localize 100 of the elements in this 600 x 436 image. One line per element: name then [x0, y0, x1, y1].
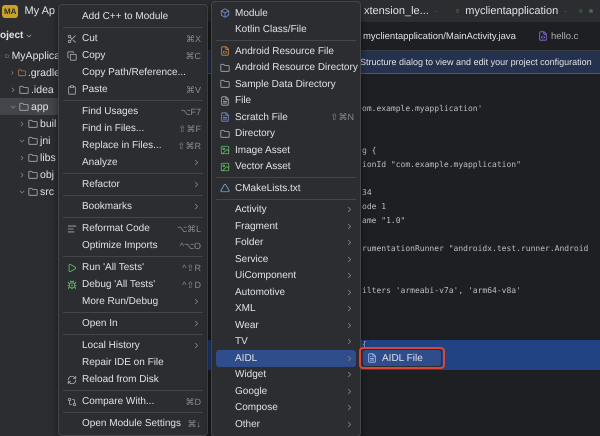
menu-item[interactable]: Vector Asset	[216, 158, 356, 175]
menu-item[interactable]: Google	[216, 383, 356, 400]
menu-item[interactable]: CMakeLists.txt	[216, 180, 356, 196]
menu-item[interactable]: Refactor	[63, 176, 203, 193]
menu-item[interactable]: Wear	[216, 317, 356, 334]
shortcut: ⌥F7	[180, 106, 201, 116]
menu-item[interactable]: Compose	[216, 400, 356, 416]
shortcut: ⌥⌘L	[176, 224, 201, 234]
code-line: ilters 'armeabi-v7a', 'arm64-v8a'	[362, 286, 521, 296]
tree-item[interactable]: app	[0, 98, 60, 115]
triangle-icon	[220, 183, 230, 194]
menu-item[interactable]: Sample Data Directory	[216, 76, 356, 92]
menu-item[interactable]: Module	[216, 5, 356, 22]
menu-item[interactable]: Compare With... ⌘D	[63, 393, 203, 410]
menu-item[interactable]: Repair IDE on File	[63, 354, 203, 371]
menu-item[interactable]: Fragment	[216, 218, 356, 234]
code-line: rumentationRunner "androidx.test.runner.Android	[362, 244, 588, 254]
folder-icon	[28, 152, 38, 162]
menu-item[interactable]: Open Module Settings ⌘↓	[63, 415, 203, 432]
menu-item[interactable]: Replace in Files... ⇧⌘R	[63, 137, 203, 154]
menu-item[interactable]: Copy ⌘C	[63, 47, 203, 64]
shortcut: ⌘D	[186, 396, 201, 406]
menu-item[interactable]: Open In	[63, 315, 203, 332]
menu-item[interactable]: Android Resource Directory	[216, 60, 356, 76]
tree-item[interactable]: jni	[0, 132, 60, 149]
menu-item[interactable]: Other	[216, 416, 356, 432]
menu-item[interactable]: File	[216, 92, 356, 109]
menu-item[interactable]: Reformat Code ⌥⌘L	[63, 220, 203, 237]
menu-item[interactable]: Cut ⌘X	[63, 30, 203, 47]
folder-icon	[19, 84, 29, 94]
shortcut: ^⇧R	[182, 262, 201, 272]
tree-item[interactable]: buil	[0, 115, 60, 132]
shortcut: ^⇧D	[182, 280, 201, 290]
tree-item[interactable]: .idea	[0, 81, 60, 98]
menu-item[interactable]: TV	[216, 334, 356, 350]
tree-item[interactable]: libs	[0, 149, 60, 166]
folder-icon	[220, 79, 230, 90]
menu-item[interactable]: Folder	[216, 234, 356, 251]
menu-item[interactable]: UiComponent	[216, 268, 356, 284]
menu-item[interactable]: Reload from Disk	[63, 371, 203, 388]
menu-item[interactable]: Paste ⌘V	[63, 81, 203, 98]
chevron-right-icon	[192, 297, 201, 306]
shortcut: ⌘↓	[188, 418, 201, 428]
lines-icon	[67, 224, 77, 234]
compare-icon	[67, 396, 77, 406]
menu-item[interactable]: Image Asset	[216, 142, 356, 158]
menu-item[interactable]: Automotive	[216, 284, 356, 300]
refresh-icon	[67, 374, 77, 384]
chevron-right-icon	[9, 68, 16, 76]
menu-item[interactable]: Debug 'All Tests' ^⇧D	[63, 276, 203, 293]
menu-item[interactable]: Bookmarks	[63, 198, 203, 215]
menu-item[interactable]: Directory	[216, 126, 356, 142]
config-selector[interactable]: xtension_le...	[364, 5, 429, 17]
shortcut: ^⌥O	[180, 240, 201, 250]
menu-item[interactable]: Add C++ to Module	[63, 8, 203, 25]
menu-item[interactable]: Activity	[216, 202, 356, 218]
chevron-right-icon	[192, 180, 201, 189]
tree-item[interactable]: MyApplica	[0, 47, 60, 64]
chevron-right-icon	[192, 202, 201, 211]
menu-item[interactable]: Scratch File ⇧⌘N	[216, 109, 356, 126]
code-line: om.example.myapplication'	[362, 104, 482, 114]
menu-item[interactable]: Local History	[63, 337, 203, 354]
image-icon	[220, 162, 230, 172]
menu-item[interactable]: Find Usages ⌥F7	[63, 103, 203, 120]
code-line: g {	[362, 146, 376, 156]
image-icon	[220, 145, 230, 156]
menu-item[interactable]: Analyze	[63, 154, 203, 171]
code-line: ode 1	[362, 202, 386, 212]
menu-item[interactable]: Optimize Imports ^⌥O	[63, 237, 203, 254]
copy-icon	[67, 50, 77, 60]
shortcut: ⇧⌘R	[178, 140, 201, 150]
run-target-selector[interactable]: myclientapplication	[465, 5, 558, 17]
tree-item[interactable]: src	[0, 183, 60, 200]
menu-item[interactable]: More Run/Debug	[63, 293, 203, 310]
menu-item[interactable]: Find in Files... ⇧⌘F	[63, 120, 203, 137]
code-line: ame "1.0"	[362, 216, 406, 226]
project-badge: MA	[2, 4, 18, 18]
editor-tab[interactable]: myclientapplication/MainActivity.java	[363, 30, 516, 42]
menu-item[interactable]: AIDL File	[363, 350, 441, 366]
menu-item[interactable]: Kotlin Class/File	[216, 22, 356, 38]
tree-item[interactable]: obj	[0, 166, 60, 183]
menu-item[interactable]: XML	[216, 300, 356, 317]
menu-item[interactable]: Run 'All Tests' ^⇧R	[63, 259, 203, 276]
panel-title[interactable]: oject	[0, 28, 60, 47]
file-icon	[220, 112, 230, 122]
chevron-right-icon	[192, 319, 201, 328]
folder-icon	[28, 118, 38, 128]
shortcut: ⌘V	[186, 84, 201, 94]
chevron-right-icon	[18, 170, 26, 178]
menu-item[interactable]: AIDL	[216, 350, 356, 366]
menu-item[interactable]: Service	[216, 251, 356, 268]
menu-item[interactable]: Android Resource File	[216, 43, 356, 60]
editor-tab[interactable]: hello.c	[538, 30, 578, 42]
project-name[interactable]: My Ap	[24, 5, 56, 17]
shortcut: ⌘X	[186, 34, 201, 44]
shortcut: ⌘C	[186, 50, 201, 60]
menu-item[interactable]: Copy Path/Reference...	[63, 64, 203, 81]
shortcut: ⇧⌘F	[178, 124, 201, 134]
menu-item[interactable]: Widget	[216, 366, 356, 383]
shortcut: ⇧⌘N	[330, 112, 354, 122]
